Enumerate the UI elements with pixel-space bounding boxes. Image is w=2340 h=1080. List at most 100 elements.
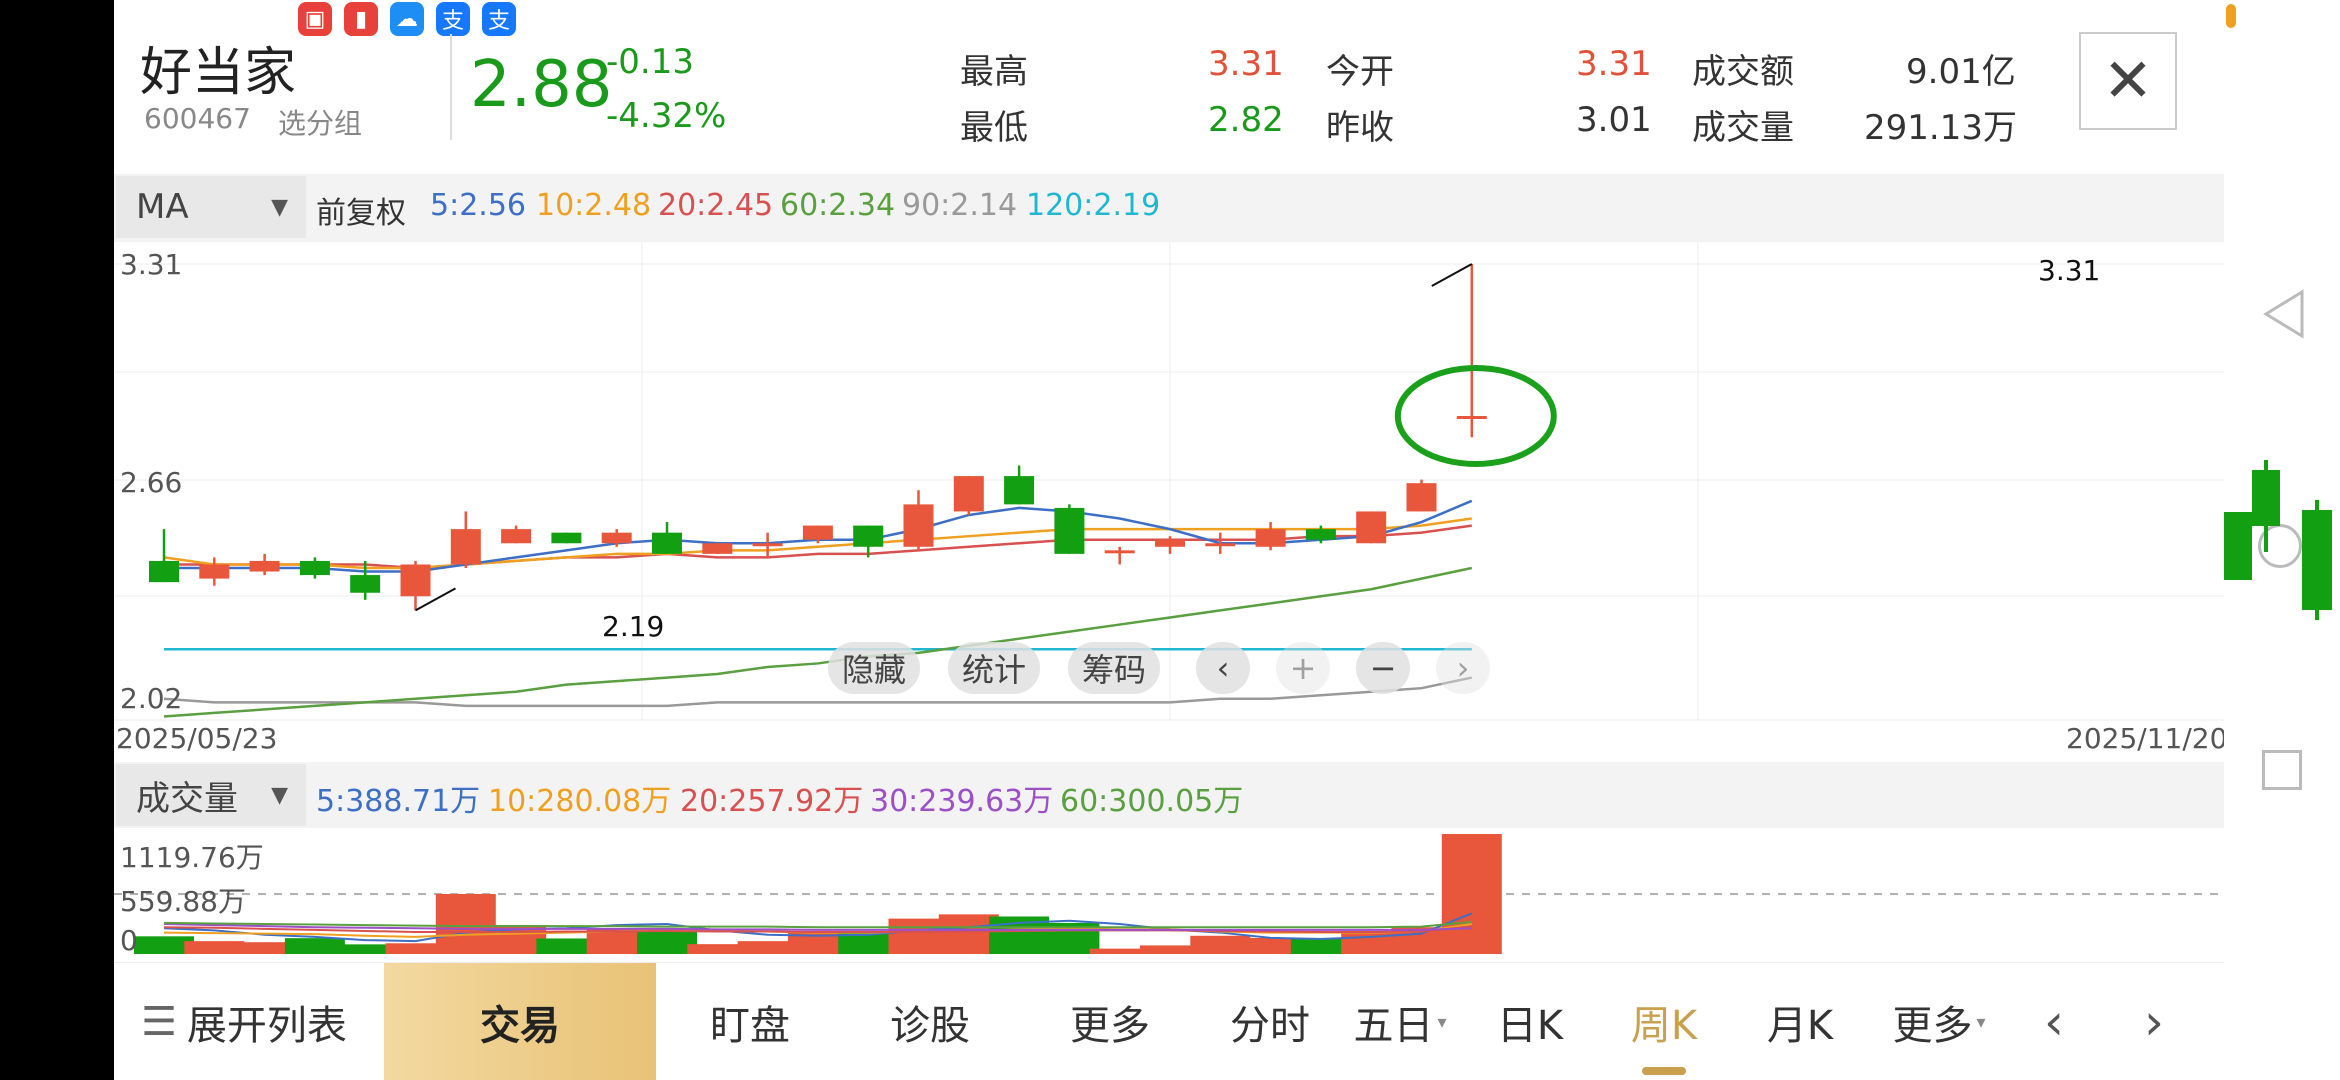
candle-body bbox=[853, 525, 884, 547]
ma10-value: 10:2.48 bbox=[536, 188, 652, 223]
close-button[interactable]: ✕ bbox=[2079, 32, 2177, 130]
volume-axis-zero: 0 bbox=[120, 924, 138, 957]
ma90-value: 90:2.14 bbox=[902, 188, 1018, 223]
chevron-right-icon: › bbox=[1456, 649, 1470, 687]
vol-ma10: 10:280.08万 bbox=[488, 784, 672, 819]
expand-list-button[interactable]: ☰ 展开列表 bbox=[114, 963, 374, 1080]
volume-chart[interactable] bbox=[114, 828, 2224, 962]
next-button[interactable]: › bbox=[2114, 963, 2194, 1080]
volume-value: 291.13万 bbox=[1864, 108, 2017, 148]
vol-ma20: 20:257.92万 bbox=[680, 784, 864, 819]
candle-body bbox=[149, 560, 179, 583]
low-marker-label: 2.19 bbox=[602, 610, 665, 643]
candle-body bbox=[1205, 543, 1236, 547]
list-icon: ☰ bbox=[141, 999, 177, 1045]
alipay-icon-2: 支 bbox=[482, 2, 516, 36]
ma20-value: 20:2.45 bbox=[658, 188, 774, 223]
chips-button[interactable]: 筹码 bbox=[1068, 642, 1160, 694]
dropdown-arrow-icon: ▼ bbox=[271, 782, 288, 808]
candle-body bbox=[752, 543, 783, 547]
tab-monthly-k[interactable]: 月K bbox=[1740, 963, 1860, 1080]
tab-five-day[interactable]: 五日 ▾ bbox=[1340, 963, 1460, 1080]
date-start: 2025/05/23 bbox=[116, 722, 278, 755]
vol_ma60-line bbox=[163, 920, 1472, 929]
candle-body bbox=[1255, 529, 1286, 547]
group-select[interactable]: 选分组 bbox=[278, 102, 362, 142]
trade-button[interactable]: 交易 bbox=[384, 963, 656, 1080]
high-marker-label: 3.31 bbox=[2038, 254, 2101, 287]
volume-axis-top: 1119.76万 bbox=[120, 841, 264, 874]
caret-down-icon: ▾ bbox=[1976, 1011, 1986, 1033]
candle-body bbox=[501, 529, 532, 544]
open-label: 今开 bbox=[1326, 52, 1394, 92]
nav-back-icon[interactable] bbox=[2260, 288, 2306, 340]
candle-body bbox=[601, 532, 632, 544]
high-marker-line bbox=[1431, 263, 1473, 287]
open-value: 3.31 bbox=[1576, 44, 1652, 84]
candle-body bbox=[1004, 476, 1035, 505]
candle-body bbox=[400, 564, 431, 597]
tab-intraday[interactable]: 分时 bbox=[1210, 963, 1330, 1080]
date-end: 2025/11/20 bbox=[2066, 722, 2224, 755]
tab-daily-k[interactable]: 日K bbox=[1470, 963, 1590, 1080]
candle-body bbox=[299, 560, 330, 576]
adjust-type[interactable]: 前复权 bbox=[316, 188, 406, 232]
hide-button[interactable]: 隐藏 bbox=[828, 642, 920, 694]
more-button[interactable]: 更多 bbox=[1030, 963, 1190, 1080]
amount-value: 9.01亿 bbox=[1906, 52, 2016, 92]
low-label: 最低 bbox=[960, 108, 1028, 148]
high-value: 3.31 bbox=[1208, 44, 1284, 84]
tab-weekly-k[interactable]: 周K bbox=[1604, 963, 1724, 1080]
ma5-value: 5:2.56 bbox=[430, 188, 526, 223]
candle-body bbox=[903, 504, 934, 547]
price-axis-bottom: 2.02 bbox=[120, 682, 183, 715]
candle-body bbox=[652, 532, 682, 554]
stats-button[interactable]: 统计 bbox=[948, 642, 1040, 694]
chevron-right-icon: › bbox=[2144, 993, 2164, 1051]
volume-selector-label: 成交量 bbox=[136, 778, 238, 819]
price-axis-top: 3.31 bbox=[120, 248, 183, 281]
current-price: 2.88 bbox=[470, 48, 613, 122]
header-divider bbox=[450, 34, 452, 140]
stock-detail-screen: ▣ ▮ ☁ 支 支 好当家 600467 选分组 2.88 -0.13 -4.3… bbox=[114, 0, 2224, 1080]
nav-recents-icon[interactable] bbox=[2262, 750, 2302, 790]
candle-body bbox=[1456, 416, 1487, 419]
volume-indicator-selector[interactable]: 成交量 ▼ bbox=[116, 764, 306, 826]
prev-close-value: 3.01 bbox=[1576, 100, 1652, 140]
low-value: 2.82 bbox=[1208, 100, 1284, 140]
status-indicator-icon bbox=[2226, 4, 2236, 28]
ma60-value: 60:2.34 bbox=[780, 188, 896, 223]
zoom-in-button[interactable]: + bbox=[1276, 642, 1330, 694]
scroll-right-button[interactable]: › bbox=[1436, 642, 1490, 694]
tab-more-label: 更多 bbox=[1892, 1003, 1973, 1049]
prev-button[interactable]: ‹ bbox=[2014, 963, 2094, 1080]
active-tab-indicator bbox=[1642, 1067, 1686, 1075]
diagnose-button[interactable]: 诊股 bbox=[850, 963, 1010, 1080]
chevron-left-icon: ‹ bbox=[1216, 649, 1230, 687]
candle-body bbox=[450, 529, 481, 565]
cloud-app-icon: ☁ bbox=[390, 2, 424, 36]
kline-chart[interactable] bbox=[114, 242, 2224, 762]
alipay-icon: 支 bbox=[436, 2, 470, 36]
candle-body bbox=[1305, 529, 1336, 540]
dropdown-arrow-icon: ▼ bbox=[271, 194, 288, 220]
candle-body bbox=[1356, 511, 1387, 544]
chevron-left-icon: ‹ bbox=[2044, 993, 2064, 1051]
candle-body bbox=[249, 560, 280, 572]
candle-body bbox=[953, 476, 984, 512]
zoom-out-button[interactable]: − bbox=[1356, 642, 1410, 694]
tab-weekly-k-label: 周K bbox=[1630, 1003, 1698, 1049]
scroll-left-button[interactable]: ‹ bbox=[1196, 642, 1250, 694]
watch-button[interactable]: 盯盘 bbox=[670, 963, 830, 1080]
candle-body bbox=[802, 525, 833, 540]
tab-five-day-label: 五日 bbox=[1353, 1003, 1434, 1049]
notification-app-icon: ▮ bbox=[344, 2, 378, 36]
tab-more[interactable]: 更多 ▾ bbox=[1874, 963, 2004, 1080]
candle-body bbox=[1155, 539, 1185, 547]
volume-bar bbox=[1441, 834, 1502, 954]
candle-body bbox=[1104, 550, 1135, 554]
indicator-selector[interactable]: MA ▼ bbox=[116, 176, 306, 238]
expand-list-label: 展开列表 bbox=[186, 1003, 347, 1049]
stock-name: 好当家 bbox=[140, 43, 297, 103]
high-label: 最高 bbox=[960, 52, 1028, 92]
